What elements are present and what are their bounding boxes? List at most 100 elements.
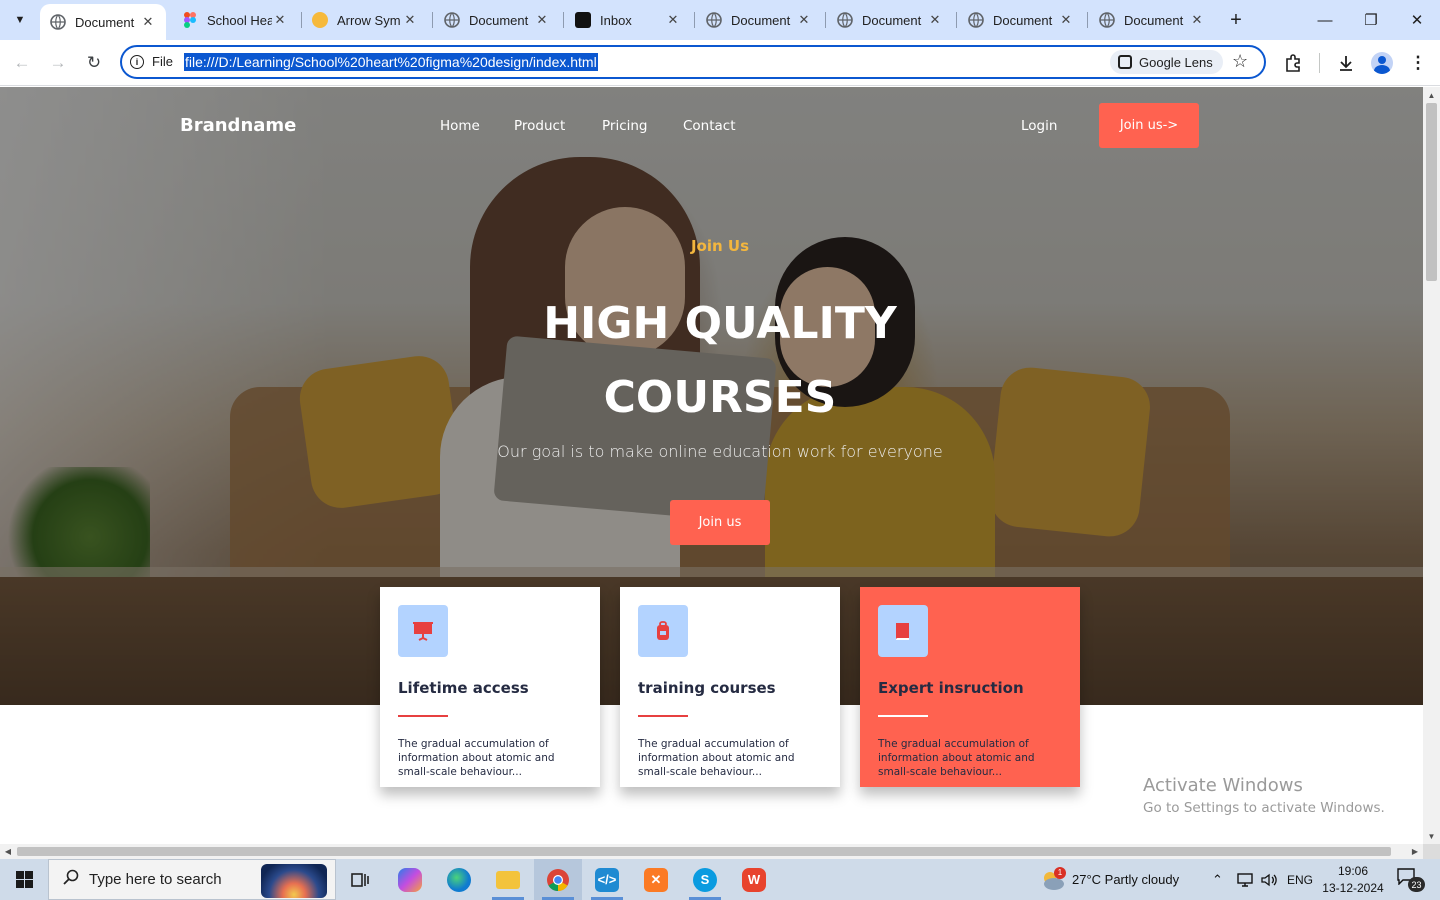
- skype-icon[interactable]: S: [681, 859, 729, 900]
- copilot-icon[interactable]: [386, 859, 434, 900]
- horizontal-scrollbar[interactable]: ◀ ▶: [0, 844, 1423, 859]
- back-arrow-icon[interactable]: ←: [8, 49, 36, 77]
- site-info-button[interactable]: i File: [130, 54, 173, 69]
- tab-inbox[interactable]: Inbox ✕: [565, 0, 691, 40]
- feature-card-training-courses[interactable]: training courses The gradual accumulatio…: [620, 587, 840, 787]
- tab-title: Document: [469, 12, 529, 28]
- scroll-up-arrow-icon[interactable]: ▲: [1423, 87, 1440, 103]
- tab-title: Document: [75, 14, 135, 30]
- tab-arrow-symbols[interactable]: Arrow Sym ✕: [302, 0, 428, 40]
- globe-icon: [837, 12, 853, 28]
- brand-logo[interactable]: Brandname: [180, 115, 296, 136]
- card-divider: [638, 715, 688, 717]
- file-explorer-icon[interactable]: [484, 859, 532, 900]
- network-icon[interactable]: [1236, 859, 1254, 900]
- tab-separator: [1087, 12, 1088, 28]
- scroll-down-arrow-icon[interactable]: ▼: [1423, 828, 1440, 844]
- show-hidden-icons-chevron-up-icon[interactable]: ⌃: [1212, 859, 1223, 900]
- nav-home[interactable]: Home: [440, 118, 480, 134]
- tab-separator: [432, 12, 433, 28]
- window-close-icon[interactable]: ✕: [1394, 0, 1440, 40]
- search-placeholder: Type here to search: [89, 871, 222, 888]
- download-icon[interactable]: [1332, 49, 1360, 77]
- scroll-right-arrow-icon[interactable]: ▶: [1407, 844, 1423, 859]
- close-tab-icon[interactable]: ✕: [402, 12, 418, 28]
- restore-icon[interactable]: ❐: [1348, 0, 1394, 40]
- join-us-header-button[interactable]: Join us->: [1099, 103, 1199, 148]
- vertical-scroll-thumb[interactable]: [1426, 103, 1437, 281]
- info-icon: i: [130, 54, 144, 69]
- taskbar-search-box[interactable]: Type here to search: [48, 859, 336, 900]
- card-title: Lifetime access: [398, 679, 529, 697]
- wps-office-icon[interactable]: W: [730, 859, 778, 900]
- globe-icon: [50, 14, 66, 30]
- feature-card-expert-instruction[interactable]: Expert insruction The gradual accumulati…: [860, 587, 1080, 787]
- tab-document-active[interactable]: Document ✕: [40, 4, 166, 40]
- start-windows-icon[interactable]: [0, 859, 48, 900]
- card-divider: [878, 715, 928, 717]
- profile-avatar-icon[interactable]: [1368, 49, 1396, 77]
- tab-title: Arrow Sym: [337, 12, 401, 28]
- page-viewport: Brandname Home Product Pricing Contact L…: [0, 87, 1423, 844]
- tab-document[interactable]: Document ✕: [958, 0, 1084, 40]
- tab-strip: ▼ Document ✕ School Hea ✕ Arrow Sym ✕ Do…: [0, 0, 1440, 40]
- close-tab-icon[interactable]: ✕: [665, 12, 681, 28]
- card-description: The gradual accumulation of information …: [398, 738, 555, 778]
- feature-card-lifetime-access[interactable]: Lifetime access The gradual accumulation…: [380, 587, 600, 787]
- language-indicator[interactable]: ENG: [1287, 859, 1313, 900]
- tab-document[interactable]: Document ✕: [827, 0, 953, 40]
- bookmark-star-icon[interactable]: ☆: [1232, 51, 1248, 72]
- close-tab-icon[interactable]: ✕: [1058, 12, 1074, 28]
- edge-browser-icon[interactable]: [435, 859, 483, 900]
- forward-arrow-icon[interactable]: →: [44, 49, 72, 77]
- windows-taskbar: Type here to search </> ✕ S W 1 27°C Par…: [0, 859, 1440, 900]
- google-lens-button[interactable]: Google Lens: [1110, 50, 1223, 74]
- lens-label: Google Lens: [1139, 54, 1213, 70]
- close-tab-icon[interactable]: ✕: [1189, 12, 1205, 28]
- extensions-puzzle-icon[interactable]: [1279, 49, 1307, 77]
- close-tab-icon[interactable]: ✕: [140, 14, 156, 30]
- join-us-hero-button[interactable]: Join us: [670, 500, 770, 545]
- clock-time: 19:06: [1337, 864, 1369, 878]
- hero-subtitle: Our goal is to make online education wor…: [497, 442, 943, 461]
- nav-pricing[interactable]: Pricing: [602, 118, 648, 134]
- hero-headline-line1: HIGH QUALITY: [543, 298, 897, 349]
- chrome-icon[interactable]: [534, 859, 582, 900]
- xampp-icon[interactable]: ✕: [632, 859, 680, 900]
- watermark-subtitle: Go to Settings to activate Windows.: [1143, 800, 1385, 816]
- task-view-icon[interactable]: [336, 859, 384, 900]
- close-tab-icon[interactable]: ✕: [927, 12, 943, 28]
- vscode-icon[interactable]: </>: [583, 859, 631, 900]
- tab-search-chevron-icon[interactable]: ▼: [6, 6, 34, 34]
- tab-document[interactable]: Document ✕: [696, 0, 822, 40]
- volume-icon[interactable]: [1260, 859, 1278, 900]
- tab-separator: [825, 12, 826, 28]
- horizontal-scroll-thumb[interactable]: [17, 847, 1391, 856]
- nav-product[interactable]: Product: [514, 118, 565, 134]
- kebab-menu-icon[interactable]: ⋮: [1404, 49, 1432, 77]
- vertical-scrollbar[interactable]: ▲ ▼: [1423, 87, 1440, 844]
- tab-school-heart[interactable]: School Hea ✕: [172, 0, 298, 40]
- notification-count-badge: 23: [1408, 877, 1425, 892]
- system-clock[interactable]: 19:06 13-12-2024: [1322, 863, 1384, 897]
- minimize-icon[interactable]: —: [1302, 0, 1348, 40]
- nav-contact[interactable]: Contact: [683, 118, 736, 134]
- tab-document[interactable]: Document ✕: [434, 0, 560, 40]
- close-tab-icon[interactable]: ✕: [796, 12, 812, 28]
- book-icon: [878, 605, 928, 657]
- tab-document[interactable]: Document ✕: [1089, 0, 1215, 40]
- scroll-left-arrow-icon[interactable]: ◀: [0, 844, 16, 859]
- close-tab-icon[interactable]: ✕: [534, 12, 550, 28]
- reload-icon[interactable]: ↻: [80, 49, 108, 77]
- tab-title: Document: [731, 12, 791, 28]
- globe-icon: [706, 12, 722, 28]
- weather-widget[interactable]: 1 27°C Partly cloudy: [1040, 859, 1179, 900]
- address-bar[interactable]: i File file:///D:/Learning/School%20hear…: [120, 45, 1266, 79]
- hero-headline-line2: COURSES: [603, 372, 837, 423]
- new-tab-plus-icon[interactable]: +: [1222, 6, 1250, 34]
- card-divider: [398, 715, 448, 717]
- login-link[interactable]: Login: [1021, 118, 1057, 134]
- url-text[interactable]: file:///D:/Learning/School%20heart%20fig…: [184, 53, 598, 71]
- close-tab-icon[interactable]: ✕: [272, 12, 288, 28]
- notification-center-icon[interactable]: 23: [1396, 867, 1426, 893]
